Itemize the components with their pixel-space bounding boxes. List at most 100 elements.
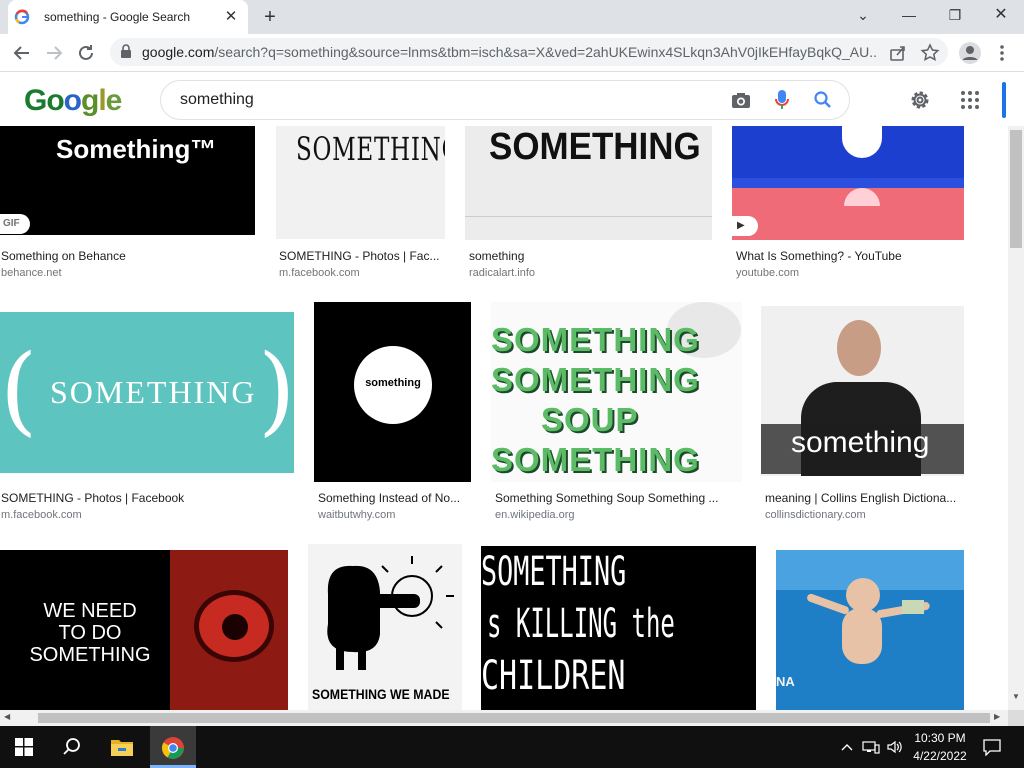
forward-arrow-icon[interactable] — [42, 41, 66, 65]
result-thumbnail[interactable]: something — [761, 306, 964, 476]
thumbnail-text-block: SOMETHING s KILLING the CHILDREN — [481, 546, 756, 702]
clock-date[interactable]: 4/22/2022 — [906, 749, 974, 763]
thumbnail-text: NA — [776, 674, 795, 689]
result-site[interactable]: behance.net — [1, 267, 62, 279]
clock-time[interactable]: 10:30 PM — [906, 731, 974, 745]
logo-letter: l — [98, 84, 106, 117]
google-logo[interactable]: Google — [24, 84, 122, 118]
thumbnail-band — [732, 178, 964, 188]
url-text[interactable]: google.com/search?q=something&source=lnm… — [142, 44, 878, 60]
lock-icon[interactable] — [120, 44, 132, 58]
search-icon[interactable] — [812, 89, 834, 111]
sign-in-indicator — [1002, 82, 1006, 118]
scroll-left-arrow-icon[interactable]: ◀ — [4, 712, 14, 724]
thumbnail-baby-head — [846, 578, 880, 612]
result-site[interactable]: waitbutwhy.com — [318, 509, 395, 521]
thumbnail-paren-right: ) — [258, 334, 294, 446]
notification-icon[interactable] — [982, 738, 1002, 757]
result-thumbnail[interactable]: NA — [776, 550, 964, 710]
thumbnail-sun — [842, 126, 882, 158]
reload-icon[interactable] — [74, 41, 98, 65]
result-thumbnail[interactable]: SOMETHING s KILLING the CHILDREN — [481, 546, 756, 710]
play-badge-icon: ▶ — [732, 216, 758, 236]
thumbnail-text-block: WE NEED TO DO SOMETHING — [20, 600, 160, 666]
back-arrow-icon[interactable] — [10, 41, 34, 65]
result-site[interactable]: en.wikipedia.org — [495, 509, 575, 521]
thumbnail-line: WE NEED — [43, 600, 137, 622]
thumbnail-text: something — [791, 426, 930, 459]
thumbnail-line: SOMETHING — [481, 549, 627, 595]
gif-badge: GIF — [0, 214, 30, 234]
thumbnail-line: s KILLING the — [487, 601, 675, 647]
result-thumbnail[interactable]: something — [314, 302, 471, 482]
thumbnail-text: SOMETHING — [489, 126, 701, 168]
share-icon[interactable] — [888, 43, 908, 63]
logo-letter: g — [81, 84, 99, 117]
logo-letter: o — [46, 84, 64, 117]
thumbnail-line: SOMETHING — [29, 644, 151, 666]
thumbnail-line: SOMETHING — [491, 441, 700, 478]
chrome-menu-icon[interactable] — [994, 41, 1010, 65]
result-thumbnail[interactable]: ▶ — [732, 126, 964, 240]
thumbnail-line: SOUP — [541, 401, 639, 438]
result-thumbnail[interactable]: SOMETHING SOMETHING SOUP SOMETHING — [491, 302, 742, 482]
thumbnail-paren-left: ( — [0, 334, 38, 446]
result-title[interactable]: meaning | Collins English Dictiona... — [765, 491, 965, 505]
thumbnail-line: SOMETHING — [491, 321, 700, 358]
result-thumbnail[interactable]: SOMETHING. — [276, 126, 445, 239]
bookmark-star-icon[interactable] — [920, 43, 940, 63]
new-tab-button[interactable]: + — [258, 6, 282, 28]
volume-icon[interactable] — [886, 739, 904, 755]
result-thumbnail[interactable]: SOMETHING — [465, 126, 712, 240]
result-title[interactable]: What Is Something? - YouTube — [736, 249, 964, 263]
settings-gear-icon[interactable] — [908, 88, 932, 112]
result-thumbnail[interactable]: SOMETHING WE MADE — [308, 544, 462, 710]
logo-letter: G — [24, 84, 47, 117]
tab-close-icon[interactable]: ✕ — [222, 8, 240, 26]
windows-start-icon[interactable] — [15, 738, 33, 756]
result-site[interactable]: m.facebook.com — [1, 509, 82, 521]
search-input[interactable]: something — [180, 91, 254, 109]
scroll-right-arrow-icon[interactable]: ▶ — [994, 712, 1004, 724]
thumbnail-head — [837, 320, 881, 376]
horizontal-scroll-thumb[interactable] — [38, 713, 990, 723]
result-title[interactable]: Something Something Soup Something ... — [495, 491, 740, 505]
thumbnail-sea — [732, 184, 964, 240]
chrome-icon[interactable] — [161, 736, 185, 760]
logo-letter: e — [105, 84, 123, 117]
result-title[interactable]: SOMETHING - Photos | Fac... — [279, 249, 444, 263]
result-title[interactable]: SOMETHING - Photos | Facebook — [1, 491, 291, 505]
result-thumbnail[interactable]: WE NEED TO DO SOMETHING — [0, 550, 288, 710]
result-site[interactable]: radicalart.info — [469, 267, 535, 279]
thumbnail-line: CHILDREN — [481, 653, 626, 699]
scroll-down-arrow-icon[interactable]: ▼ — [1011, 692, 1021, 706]
thumbnail-text: SOMETHING. — [296, 130, 445, 168]
result-site[interactable]: youtube.com — [736, 267, 799, 279]
taskbar-search-icon[interactable] — [62, 737, 82, 757]
vertical-scroll-thumb[interactable] — [1010, 130, 1022, 248]
restore-button[interactable]: ❐ — [940, 4, 970, 26]
thumbnail-line: TO DO — [58, 622, 122, 644]
close-window-button[interactable]: ✕ — [986, 4, 1016, 26]
result-thumbnail[interactable]: Something™ GIF — [0, 126, 255, 235]
thumbnail-baby-body — [842, 608, 882, 664]
result-site[interactable]: m.facebook.com — [279, 267, 360, 279]
microphone-icon[interactable] — [774, 88, 790, 112]
result-title[interactable]: Something Instead of No... — [318, 491, 468, 505]
result-title[interactable]: Something on Behance — [1, 249, 251, 263]
minimize-button[interactable]: — — [894, 4, 924, 26]
network-icon[interactable] — [862, 739, 880, 755]
result-thumbnail[interactable]: ( SOMETHING ) — [0, 312, 294, 473]
thumbnail-text: SOMETHING WE MADE — [312, 686, 450, 702]
tab-search-icon[interactable]: ⌄ — [848, 4, 878, 26]
camera-search-icon[interactable] — [730, 90, 752, 110]
result-site[interactable]: collinsdictionary.com — [765, 509, 866, 521]
tray-chevron-up-icon[interactable] — [840, 740, 854, 754]
thumbnail-text: Something™ — [56, 134, 217, 164]
thumbnail-pupil — [222, 614, 248, 640]
profile-avatar-icon[interactable] — [958, 41, 982, 65]
file-explorer-icon[interactable] — [110, 736, 134, 758]
result-title[interactable]: something — [469, 249, 709, 263]
google-favicon-icon — [14, 9, 30, 25]
google-apps-icon[interactable] — [960, 90, 980, 110]
